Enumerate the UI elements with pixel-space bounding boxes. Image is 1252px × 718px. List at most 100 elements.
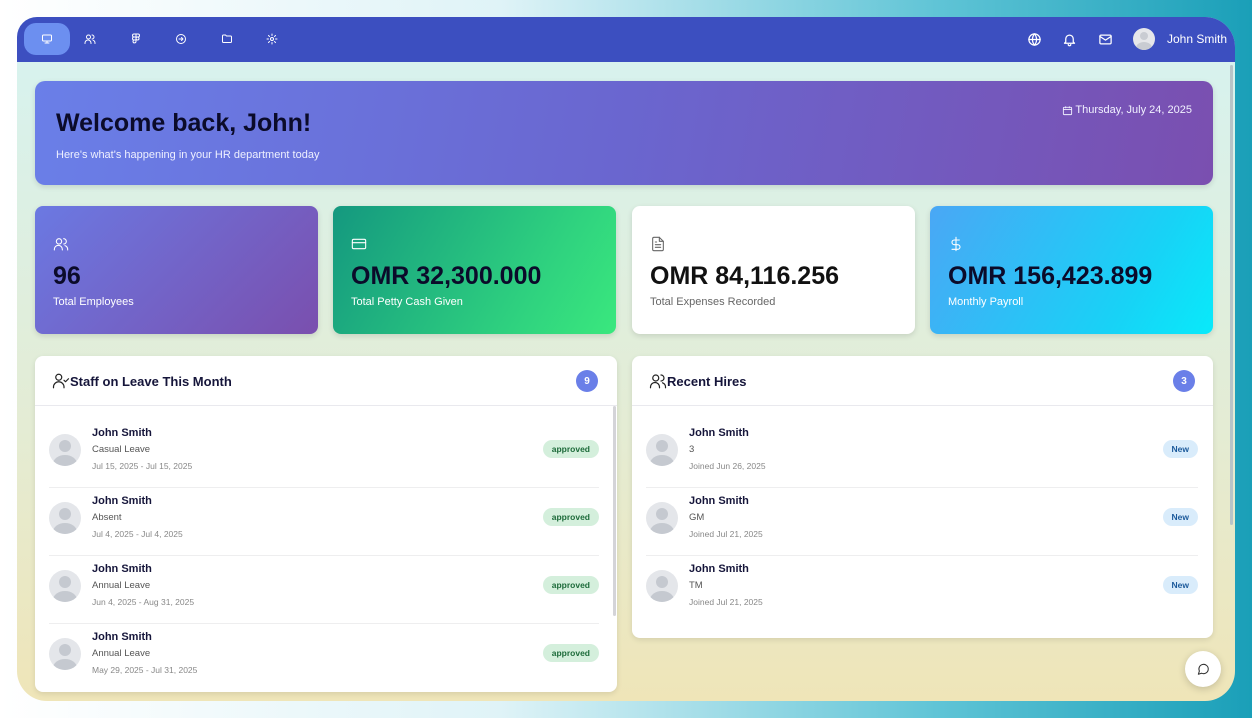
stat-card-expenses[interactable]: OMR 84,116.256 Total Expenses Recorded — [632, 206, 915, 334]
message-circle-icon — [1197, 663, 1209, 675]
nav-design-button[interactable] — [113, 23, 159, 55]
employee-role: GM — [689, 512, 705, 523]
recent-hires-header: Recent Hires 3 — [632, 356, 1213, 406]
users-icon — [53, 238, 69, 251]
status-badge: approved — [542, 508, 599, 526]
list-item[interactable]: John Smith Absent Jul 4, 2025 - Jul 4, 2… — [49, 488, 599, 556]
users-icon — [84, 34, 96, 44]
list-item[interactable]: John Smith TM Joined Jul 21, 2025 New — [646, 556, 1198, 624]
language-button[interactable] — [1023, 28, 1045, 50]
arrow-circle-icon — [176, 34, 186, 44]
avatar — [646, 570, 678, 602]
recent-hires-title: Recent Hires — [667, 374, 747, 389]
date-text: Thursday, July 24, 2025 — [1075, 104, 1192, 116]
leave-type: Casual Leave — [92, 444, 151, 455]
stat-value: 96 — [53, 262, 81, 290]
employee-name: John Smith — [92, 495, 152, 507]
list-item[interactable]: John Smith Casual Leave Jul 15, 2025 - J… — [49, 420, 599, 488]
leave-panel: Staff on Leave This Month 9 John Smith C… — [35, 356, 617, 692]
employee-role: TM — [689, 580, 703, 591]
list-item[interactable]: John Smith 3 Joined Jun 26, 2025 New — [646, 420, 1198, 488]
welcome-subtitle: Here's what's happening in your HR depar… — [56, 149, 320, 161]
welcome-banner: Welcome back, John! Here's what's happen… — [35, 81, 1213, 185]
employee-name: John Smith — [92, 563, 152, 575]
chat-button[interactable] — [1185, 651, 1221, 687]
nav-settings-button[interactable] — [249, 23, 295, 55]
stat-value: OMR 32,300.000 — [351, 262, 542, 290]
join-date: Joined Jul 21, 2025 — [689, 529, 763, 539]
settings-icon — [266, 33, 278, 45]
new-badge: New — [1162, 576, 1198, 594]
avatar — [49, 502, 81, 534]
top-navbar: John Smith — [17, 17, 1235, 62]
globe-icon — [1027, 32, 1041, 46]
folder-icon — [222, 34, 232, 43]
leave-panel-scrollbar[interactable] — [613, 406, 616, 616]
stat-card-petty-cash[interactable]: OMR 32,300.000 Total Petty Cash Given — [333, 206, 616, 334]
monitor-icon — [42, 34, 52, 44]
users-icon — [649, 374, 667, 389]
employee-name: John Smith — [689, 495, 749, 507]
employee-role: 3 — [689, 444, 695, 455]
leave-count-badge: 9 — [576, 370, 598, 392]
list-item[interactable]: John Smith GM Joined Jul 21, 2025 New — [646, 488, 1198, 556]
stat-value: OMR 156,423.899 — [948, 262, 1153, 290]
calendar-icon — [1063, 105, 1073, 115]
avatar — [49, 434, 81, 466]
page-scrollbar[interactable] — [1230, 65, 1233, 525]
stat-value: OMR 84,116.256 — [650, 262, 840, 290]
stat-label: Monthly Payroll — [948, 296, 1024, 308]
list-item[interactable]: John Smith Annual Leave May 29, 2025 - J… — [49, 624, 599, 692]
leave-panel-header: Staff on Leave This Month 9 — [35, 356, 617, 406]
avatar — [646, 434, 678, 466]
new-badge: New — [1162, 440, 1198, 458]
join-date: Joined Jul 21, 2025 — [689, 597, 763, 607]
status-badge: approved — [542, 576, 599, 594]
employee-name: John Smith — [92, 427, 152, 439]
bell-icon — [1063, 34, 1075, 46]
stat-card-payroll[interactable]: OMR 156,423.899 Monthly Payroll — [930, 206, 1213, 334]
credit-card-icon — [351, 238, 367, 250]
mail-icon — [1098, 34, 1112, 44]
hires-count-badge: 3 — [1173, 370, 1195, 392]
user-check-icon — [52, 373, 70, 389]
leave-dates: Jul 15, 2025 - Jul 15, 2025 — [92, 461, 193, 471]
stat-label: Total Employees — [53, 296, 134, 308]
nav-forward-button[interactable] — [158, 23, 204, 55]
new-badge: New — [1162, 508, 1198, 526]
current-date: Thursday, July 24, 2025 — [1062, 104, 1192, 116]
stat-card-total-employees[interactable]: 96 Total Employees — [35, 206, 318, 334]
nav-dashboard-button[interactable] — [24, 23, 70, 55]
avatar — [49, 570, 81, 602]
list-item[interactable]: John Smith Annual Leave Jun 4, 2025 - Au… — [49, 556, 599, 624]
leave-dates: May 29, 2025 - Jul 31, 2025 — [92, 665, 198, 675]
nav-files-button[interactable] — [204, 23, 250, 55]
app-window: John Smith Welcome back, John! Here's wh… — [17, 17, 1235, 701]
employee-name: John Smith — [689, 563, 749, 575]
join-date: Joined Jun 26, 2025 — [689, 461, 766, 471]
figma-icon — [132, 33, 140, 44]
employee-name: John Smith — [689, 427, 749, 439]
leave-dates: Jul 4, 2025 - Jul 4, 2025 — [92, 529, 183, 539]
welcome-title: Welcome back, John! — [56, 109, 312, 137]
recent-hires-panel: Recent Hires 3 John Smith 3 Joined Jun 2… — [632, 356, 1213, 638]
dollar-icon — [951, 236, 961, 252]
nav-employees-button[interactable] — [67, 23, 113, 55]
user-avatar[interactable] — [1133, 28, 1155, 50]
leave-dates: Jun 4, 2025 - Aug 31, 2025 — [92, 597, 195, 607]
leave-panel-title: Staff on Leave This Month — [70, 374, 232, 389]
leave-type: Annual Leave — [92, 580, 151, 591]
avatar — [646, 502, 678, 534]
notifications-button[interactable] — [1058, 28, 1080, 50]
status-badge: approved — [542, 644, 599, 662]
status-badge: approved — [542, 440, 599, 458]
user-name[interactable]: John Smith — [1167, 32, 1227, 46]
stat-label: Total Petty Cash Given — [351, 296, 463, 308]
avatar — [49, 638, 81, 670]
file-text-icon — [652, 236, 664, 252]
stat-label: Total Expenses Recorded — [650, 296, 776, 308]
employee-name: John Smith — [92, 631, 152, 643]
leave-type: Absent — [92, 512, 122, 523]
leave-type: Annual Leave — [92, 648, 151, 659]
messages-button[interactable] — [1094, 28, 1116, 50]
